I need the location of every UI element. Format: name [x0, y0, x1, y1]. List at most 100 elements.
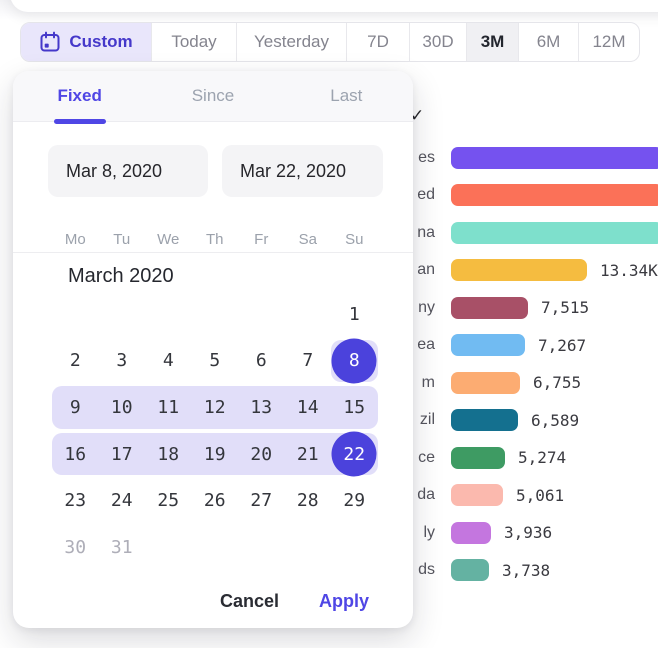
weekday-label: Fr: [238, 231, 285, 248]
calendar-day-30[interactable]: 30: [52, 524, 99, 571]
calendar-day-22[interactable]: 22: [331, 431, 378, 478]
calendar-day-13[interactable]: 13: [238, 384, 285, 431]
weekday-label: Mo: [52, 231, 99, 248]
calendar-empty-cell: [145, 291, 192, 338]
segment-label: 6M: [537, 32, 561, 52]
top-sheet-edge: [10, 0, 658, 12]
calendar-day-20[interactable]: 20: [238, 431, 285, 478]
calendar-day-6[interactable]: 6: [238, 338, 285, 385]
calendar-day-29[interactable]: 29: [331, 477, 378, 524]
chart-bar: [451, 297, 528, 319]
calendar-day-2[interactable]: 2: [52, 338, 99, 385]
calendar-day-31[interactable]: 31: [99, 524, 146, 571]
chart-row: ny7,515: [405, 289, 658, 327]
calendar-empty-cell: [285, 291, 332, 338]
calendar-day-14[interactable]: 14: [285, 384, 332, 431]
day-number: 24: [111, 490, 133, 511]
day-number: 9: [70, 397, 81, 418]
range-segment-7d[interactable]: 7D: [346, 23, 409, 61]
chart-bar: [451, 559, 489, 581]
segment-label: 30D: [422, 32, 453, 52]
day-number: 4: [163, 350, 174, 371]
calendar-day-21[interactable]: 21: [285, 431, 332, 478]
calendar-day-16[interactable]: 16: [52, 431, 99, 478]
calendar-day-15[interactable]: 15: [331, 384, 378, 431]
day-number: 22: [343, 444, 365, 465]
calendar-empty-cell: [285, 524, 332, 571]
day-number: 3: [116, 350, 127, 371]
chart-bar: [451, 372, 520, 394]
month-title: March 2020: [68, 265, 174, 288]
calendar-empty-cell: [238, 524, 285, 571]
calendar-day-8[interactable]: 8: [331, 338, 378, 385]
screen: CustomTodayYesterday7D30D3M6M12M esednaa…: [0, 0, 658, 648]
tab-since[interactable]: Since: [146, 71, 279, 121]
calendar-day-25[interactable]: 25: [145, 477, 192, 524]
calendar-day-5[interactable]: 5: [192, 338, 239, 385]
date-inputs: Mar 8, 2020 Mar 22, 2020: [48, 145, 383, 197]
chart-bar: [451, 334, 525, 356]
cancel-button[interactable]: Cancel: [220, 591, 279, 612]
range-segment-3m[interactable]: 3M: [466, 23, 518, 61]
calendar-day-1[interactable]: 1: [331, 291, 378, 338]
calendar-day-10[interactable]: 10: [99, 384, 146, 431]
chart-row: da5,061: [405, 477, 658, 515]
end-date-input[interactable]: Mar 22, 2020: [222, 145, 383, 197]
calendar-empty-cell: [192, 291, 239, 338]
chart-row: an13.34K: [405, 252, 658, 290]
day-number: 20: [250, 444, 272, 465]
calendar-empty-cell: [331, 524, 378, 571]
chart-value-label: 5,274: [518, 448, 566, 467]
day-number: 19: [204, 444, 226, 465]
range-segment-yesterday[interactable]: Yesterday: [236, 23, 346, 61]
range-segment-today[interactable]: Today: [151, 23, 236, 61]
calendar-day-24[interactable]: 24: [99, 477, 146, 524]
range-segment-12m[interactable]: 12M: [578, 23, 639, 61]
range-segment-6m[interactable]: 6M: [518, 23, 578, 61]
day-number: 11: [157, 397, 179, 418]
chart-bar: [451, 259, 587, 281]
weekday-label: We: [145, 231, 192, 248]
day-number: 14: [297, 397, 319, 418]
segment-label: Custom: [69, 32, 132, 52]
start-date-input[interactable]: Mar 8, 2020: [48, 145, 208, 197]
calendar-day-18[interactable]: 18: [145, 431, 192, 478]
day-number: 8: [349, 350, 360, 371]
weekday-label: Sa: [285, 231, 332, 248]
day-number: 2: [70, 350, 81, 371]
chart-row: zil6,589: [405, 402, 658, 440]
chart-row: na: [405, 214, 658, 252]
range-segment-custom[interactable]: Custom: [21, 23, 151, 61]
calendar-day-11[interactable]: 11: [145, 384, 192, 431]
day-number: 28: [297, 490, 319, 511]
calendar-day-4[interactable]: 4: [145, 338, 192, 385]
calendar-day-9[interactable]: 9: [52, 384, 99, 431]
chart-row: ly3,936: [405, 514, 658, 552]
chart-bar: [451, 522, 491, 544]
day-number: 12: [204, 397, 226, 418]
day-number: 27: [250, 490, 272, 511]
calendar-icon: [39, 31, 61, 53]
calendar-day-19[interactable]: 19: [192, 431, 239, 478]
calendar-day-17[interactable]: 17: [99, 431, 146, 478]
calendar-day-7[interactable]: 7: [285, 338, 332, 385]
chart-bar: [451, 184, 658, 206]
tab-last[interactable]: Last: [280, 71, 413, 121]
calendar-day-23[interactable]: 23: [52, 477, 99, 524]
day-number: 21: [297, 444, 319, 465]
day-number: 18: [157, 444, 179, 465]
range-segment-30d[interactable]: 30D: [409, 23, 466, 61]
tab-label: Fixed: [57, 86, 101, 106]
chart-value-label: 13.34K: [600, 261, 658, 280]
calendar-day-27[interactable]: 27: [238, 477, 285, 524]
apply-button[interactable]: Apply: [319, 591, 369, 612]
tab-fixed[interactable]: Fixed: [13, 71, 146, 121]
calendar-day-12[interactable]: 12: [192, 384, 239, 431]
segment-label: 12M: [592, 32, 625, 52]
calendar-day-28[interactable]: 28: [285, 477, 332, 524]
calendar-day-3[interactable]: 3: [99, 338, 146, 385]
day-number: 26: [204, 490, 226, 511]
chart-row: ed: [405, 177, 658, 215]
calendar-day-26[interactable]: 26: [192, 477, 239, 524]
tab-label: Since: [192, 86, 235, 106]
